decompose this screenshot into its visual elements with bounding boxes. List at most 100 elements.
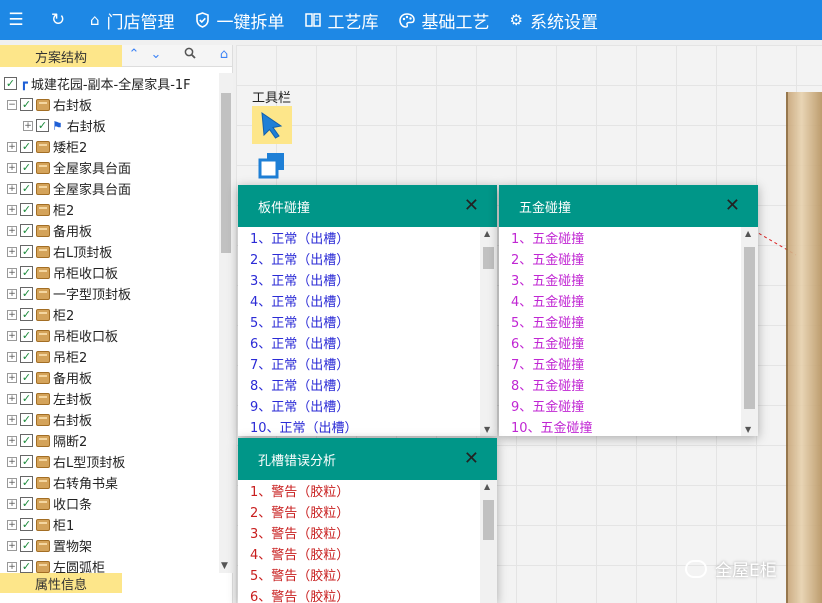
tree-item[interactable]: + ✓ 右转角书桌 bbox=[0, 472, 219, 493]
collapse-up-icon[interactable]: ⌃ bbox=[126, 47, 142, 63]
tree-item[interactable]: + ✓ 右L顶封板 bbox=[0, 241, 219, 262]
expand-icon[interactable]: + bbox=[7, 351, 17, 362]
expand-icon[interactable]: + bbox=[23, 120, 33, 131]
result-item[interactable]: 9、正常（出槽） bbox=[250, 397, 358, 418]
tree-item[interactable]: + ✓ 左封板 bbox=[0, 388, 219, 409]
scroll-up-icon[interactable]: ▲ bbox=[745, 229, 751, 238]
dialog-scrollbar[interactable]: ▲ ▼ bbox=[480, 227, 497, 436]
result-item[interactable]: 6、五金碰撞 bbox=[511, 334, 593, 355]
expand-icon[interactable]: + bbox=[7, 393, 17, 404]
tree-item[interactable]: + ✓ 柜1 bbox=[0, 514, 219, 535]
tree-item[interactable]: + ✓ ⚑ 右封板 bbox=[0, 115, 219, 136]
checkbox[interactable]: ✓ bbox=[20, 182, 33, 195]
checkbox[interactable]: ✓ bbox=[20, 350, 33, 363]
scrollbar-thumb[interactable] bbox=[221, 93, 231, 253]
tree-scrollbar[interactable]: ▼ bbox=[219, 73, 233, 573]
result-item[interactable]: 5、正常（出槽） bbox=[250, 313, 358, 334]
result-item[interactable]: 5、警告（胶粒） bbox=[250, 566, 349, 587]
tree-item[interactable]: + ✓ 隔断2 bbox=[0, 430, 219, 451]
expand-icon[interactable]: + bbox=[7, 561, 17, 572]
checkbox[interactable]: ✓ bbox=[20, 203, 33, 216]
expand-icon[interactable]: + bbox=[7, 309, 17, 320]
expand-icon[interactable]: + bbox=[7, 456, 17, 467]
result-item[interactable]: 6、正常（出槽） bbox=[250, 334, 358, 355]
result-item[interactable]: 6、警告（胶粒） bbox=[250, 587, 349, 603]
expand-icon[interactable]: + bbox=[7, 540, 17, 551]
expand-icon[interactable]: + bbox=[7, 330, 17, 341]
result-item[interactable]: 8、正常（出槽） bbox=[250, 376, 358, 397]
nav-process-library[interactable]: 工艺库 bbox=[304, 8, 379, 33]
refresh-icon[interactable]: ↻ bbox=[46, 0, 70, 40]
tree-item[interactable]: + ✓ 右L型顶封板 bbox=[0, 451, 219, 472]
scroll-down-icon[interactable]: ▼ bbox=[745, 425, 751, 434]
result-item[interactable]: 3、正常（出槽） bbox=[250, 271, 358, 292]
result-item[interactable]: 1、五金碰撞 bbox=[511, 229, 593, 250]
checkbox[interactable]: ✓ bbox=[20, 560, 33, 573]
tree-item[interactable]: + ✓ 左圆弧柜 bbox=[0, 556, 219, 573]
dialog-scrollbar[interactable]: ▲ ▼ bbox=[741, 227, 758, 436]
search-icon[interactable] bbox=[182, 47, 198, 63]
expand-icon[interactable]: + bbox=[7, 519, 17, 530]
expand-icon[interactable]: + bbox=[7, 372, 17, 383]
checkbox[interactable]: ✓ bbox=[20, 539, 33, 552]
tree-item[interactable]: + ✓ 柜2 bbox=[0, 199, 219, 220]
expand-icon[interactable]: + bbox=[7, 498, 17, 509]
result-item[interactable]: 1、警告（胶粒） bbox=[250, 482, 349, 503]
tree-item[interactable]: + ✓ 备用板 bbox=[0, 367, 219, 388]
checkbox[interactable]: ✓ bbox=[20, 308, 33, 321]
result-item[interactable]: 4、正常（出槽） bbox=[250, 292, 358, 313]
collapse-icon[interactable]: − bbox=[7, 99, 17, 110]
property-info-tab[interactable]: 属性信息 bbox=[0, 573, 122, 593]
result-item[interactable]: 3、警告（胶粒） bbox=[250, 524, 349, 545]
expand-icon[interactable]: + bbox=[7, 414, 17, 425]
checkbox[interactable]: ✓ bbox=[20, 392, 33, 405]
checkbox[interactable]: ✓ bbox=[20, 245, 33, 258]
expand-down-icon[interactable]: ⌄ bbox=[148, 47, 164, 63]
checkbox[interactable]: ✓ bbox=[20, 98, 33, 111]
nav-system-settings[interactable]: ⚙ 系统设置 bbox=[510, 8, 598, 33]
result-item[interactable]: 10、正常（出槽） bbox=[250, 418, 358, 436]
expand-icon[interactable]: + bbox=[7, 204, 17, 215]
result-item[interactable]: 5、五金碰撞 bbox=[511, 313, 593, 334]
result-item[interactable]: 3、五金碰撞 bbox=[511, 271, 593, 292]
checkbox[interactable]: ✓ bbox=[20, 497, 33, 510]
scrollbar-thumb[interactable] bbox=[483, 500, 494, 540]
checkbox[interactable]: ✓ bbox=[20, 329, 33, 342]
result-item[interactable]: 4、五金碰撞 bbox=[511, 292, 593, 313]
tree-item[interactable]: + ✓ 矮柜2 bbox=[0, 136, 219, 157]
select-tool-button[interactable] bbox=[252, 106, 292, 144]
checkbox[interactable]: ✓ bbox=[36, 119, 49, 132]
tree-item[interactable]: + ✓ 备用板 bbox=[0, 220, 219, 241]
scrollbar-thumb[interactable] bbox=[744, 247, 755, 409]
dialog-scrollbar[interactable]: ▲ bbox=[480, 480, 497, 603]
checkbox[interactable]: ✓ bbox=[20, 371, 33, 384]
scroll-down-icon[interactable]: ▼ bbox=[484, 425, 490, 434]
checkbox[interactable]: ✓ bbox=[20, 413, 33, 426]
scrollbar-thumb[interactable] bbox=[483, 247, 494, 269]
checkbox[interactable]: ✓ bbox=[20, 455, 33, 468]
checkbox[interactable]: ✓ bbox=[4, 77, 17, 90]
panel-title[interactable]: 方案结构 bbox=[0, 45, 122, 67]
checkbox[interactable]: ✓ bbox=[20, 140, 33, 153]
tree-item[interactable]: + ✓ 吊柜收口板 bbox=[0, 325, 219, 346]
scroll-up-icon[interactable]: ▲ bbox=[484, 482, 490, 491]
tree-item[interactable]: + ✓ 一字型顶封板 bbox=[0, 283, 219, 304]
tree-item[interactable]: − ✓ 右封板 bbox=[0, 94, 219, 115]
scroll-down-icon[interactable]: ▼ bbox=[221, 561, 228, 571]
menu-icon[interactable]: ☰ bbox=[4, 0, 28, 40]
tree-item[interactable]: + ✓ 全屋家具台面 bbox=[0, 178, 219, 199]
close-icon[interactable]: ✕ bbox=[725, 197, 740, 215]
copy-tool-button[interactable] bbox=[256, 150, 288, 180]
checkbox[interactable]: ✓ bbox=[20, 161, 33, 174]
expand-icon[interactable]: + bbox=[7, 246, 17, 257]
tree-item[interactable]: + ✓ 置物架 bbox=[0, 535, 219, 556]
checkbox[interactable]: ✓ bbox=[20, 476, 33, 489]
expand-icon[interactable]: + bbox=[7, 225, 17, 236]
expand-icon[interactable]: + bbox=[7, 288, 17, 299]
result-item[interactable]: 7、五金碰撞 bbox=[511, 355, 593, 376]
close-icon[interactable]: ✕ bbox=[464, 450, 479, 468]
tree-root[interactable]: ✓ ┏ 城建花园-副本-全屋家具-1F bbox=[0, 73, 219, 94]
expand-icon[interactable]: + bbox=[7, 477, 17, 488]
tree-item[interactable]: + ✓ 全屋家具台面 bbox=[0, 157, 219, 178]
cabinet-model[interactable] bbox=[786, 92, 822, 603]
